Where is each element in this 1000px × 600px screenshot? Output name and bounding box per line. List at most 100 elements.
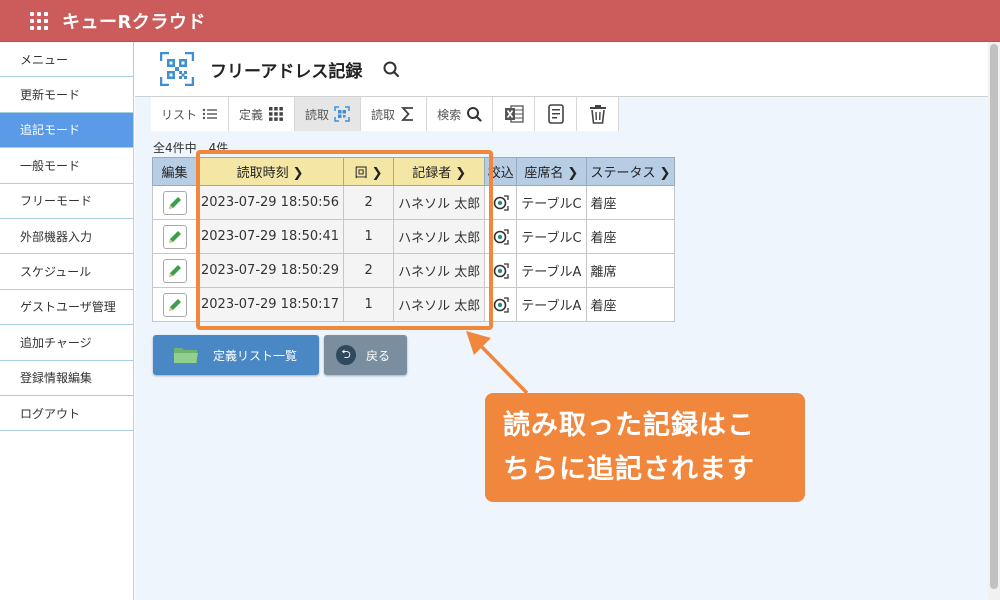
tab-definition-label: 定義 [239, 107, 264, 122]
sidebar-item-additional-charge[interactable]: 追加チャージ [0, 325, 133, 361]
recorder-cell: ハネソル 太郎 [393, 253, 486, 288]
qr-cell [484, 253, 518, 288]
app-grid-icon[interactable] [30, 11, 48, 30]
document-button[interactable] [535, 97, 578, 131]
recorder-cell: ハネソル 太郎 [393, 219, 486, 254]
column-header-count-label: 回 [354, 166, 368, 181]
sidebar-item-schedule[interactable]: スケジュール [0, 254, 133, 290]
folder-icon [174, 348, 198, 363]
tab-read-qr-label: 読取 [305, 107, 330, 122]
edit-cell [152, 253, 197, 288]
app-header: キューRクラウド [0, 0, 1000, 42]
column-header-read-time-label: 読取時刻 [236, 166, 289, 181]
search-icon [467, 107, 482, 122]
qr-scan-icon[interactable] [492, 262, 510, 280]
document-icon [547, 104, 564, 124]
recorder-cell: ハネソル 太郎 [393, 185, 486, 220]
chevron-right-icon: ❯ [455, 166, 467, 181]
pencil-icon [168, 196, 181, 209]
count-cell: 2 [343, 185, 395, 220]
sidebar-item-menu[interactable]: メニュー [0, 42, 133, 78]
edit-cell [152, 219, 197, 254]
page-scrollbar[interactable] [988, 42, 1000, 600]
table-header-row: 編集 読取時刻 ❯ 回 ❯ 記録者 ❯ 校込 座席名 ❯ ステータス ❯ [152, 157, 676, 186]
list-icon [202, 108, 218, 120]
read-time-cell: 2023-07-29 18:50:41 [195, 219, 345, 254]
sidebar-item-append-mode[interactable]: 追記モード [0, 112, 133, 149]
table-row: 2023-07-29 18:50:29 2 ハネソル 太郎 テーブルA 離席 [152, 253, 676, 288]
read-time-cell: 2023-07-29 18:50:29 [195, 253, 345, 288]
status-cell: 離席 [585, 253, 676, 288]
delete-button[interactable] [577, 97, 620, 131]
definition-list-label: 定義リスト一覧 [213, 348, 298, 363]
qr-cell [484, 185, 518, 220]
edit-cell [152, 287, 197, 322]
seat-cell: テーブルA [516, 287, 587, 322]
tab-list[interactable]: リスト [151, 97, 230, 131]
callout-annotation: 読み取った記録はこ ちらに追記されます [485, 393, 805, 502]
grid-dots-icon [269, 107, 283, 121]
sidebar-item-free-mode[interactable]: フリーモード [0, 184, 133, 219]
edit-button[interactable] [162, 258, 187, 283]
qr-cell [484, 287, 518, 322]
sidebar-item-account-edit[interactable]: 登録情報編集 [0, 361, 133, 396]
definition-list-button[interactable]: 定義リスト一覧 [153, 335, 319, 375]
tab-read-sum[interactable]: 読取 [361, 97, 428, 131]
column-header-recorder[interactable]: 記録者 ❯ [393, 157, 486, 186]
qr-cell [484, 219, 518, 254]
qr-scan-icon[interactable] [492, 228, 510, 246]
tab-list-label: リスト [161, 107, 198, 122]
edit-button[interactable] [162, 190, 187, 215]
table-row: 2023-07-29 18:50:17 1 ハネソル 太郎 テーブルA 着座 [152, 287, 676, 322]
count-cell: 1 [343, 219, 395, 254]
table-row: 2023-07-29 18:50:41 1 ハネソル 太郎 テーブルC 着座 [152, 219, 676, 254]
pencil-icon [168, 264, 181, 277]
sigma-icon [401, 107, 414, 121]
excel-export-button[interactable] [493, 97, 536, 131]
sidebar-item-guest-users[interactable]: ゲストユーザ管理 [0, 290, 133, 326]
page-title-bar: フリーアドレス記録 [135, 42, 988, 97]
column-header-status-label: ステータス [590, 166, 656, 181]
tab-read-qr[interactable]: 読取 [295, 97, 362, 131]
column-header-seat[interactable]: 座席名 ❯ [516, 157, 587, 186]
column-header-count[interactable]: 回 ❯ [343, 157, 395, 186]
read-time-cell: 2023-07-29 18:50:56 [195, 185, 345, 220]
sidebar-item-external-input[interactable]: 外部機器入力 [0, 219, 133, 255]
table-row: 2023-07-29 18:50:56 2 ハネソル 太郎 テーブルC 着座 [152, 185, 676, 220]
chevron-right-icon: ❯ [371, 166, 383, 181]
tab-search-label: 検索 [437, 107, 462, 122]
sidebar: メニュー 更新モード 追記モード 一般モード フリーモード 外部機器入力 スケジ… [0, 42, 134, 600]
edit-button[interactable] [162, 292, 187, 317]
seat-cell: テーブルC [516, 219, 587, 254]
recorder-cell: ハネソル 太郎 [393, 287, 486, 322]
column-header-status[interactable]: ステータス ❯ [585, 157, 676, 186]
pencil-icon [168, 230, 181, 243]
status-cell: 着座 [585, 287, 676, 322]
pencil-icon [168, 298, 181, 311]
edit-button[interactable] [162, 224, 187, 249]
chevron-right-icon: ❯ [292, 166, 304, 181]
search-icon[interactable] [382, 60, 400, 78]
qr-scan-icon[interactable] [492, 194, 510, 212]
edit-cell [152, 185, 197, 220]
app-title: キューRクラウド [62, 11, 206, 33]
sidebar-item-general-mode[interactable]: 一般モード [0, 148, 133, 184]
tab-definition[interactable]: 定義 [229, 97, 296, 131]
main-content: フリーアドレス記録 リスト 定義 読取 読取 検索 全4件中 4件 編集 読取時… [135, 42, 988, 600]
count-cell: 1 [343, 287, 395, 322]
sidebar-item-update-mode[interactable]: 更新モード [0, 77, 133, 113]
chevron-right-icon: ❯ [567, 166, 579, 181]
scrollbar-thumb[interactable] [990, 44, 998, 589]
seat-cell: テーブルC [516, 185, 587, 220]
sidebar-item-logout[interactable]: ログアウト [0, 396, 133, 432]
status-cell: 着座 [585, 219, 676, 254]
column-header-recorder-label: 記録者 [412, 166, 452, 181]
excel-icon [504, 105, 524, 123]
page-title: フリーアドレス記録 [210, 61, 363, 82]
tab-search[interactable]: 検索 [427, 97, 494, 131]
column-header-read-time[interactable]: 読取時刻 ❯ [195, 157, 345, 186]
read-time-cell: 2023-07-29 18:50:17 [195, 287, 345, 322]
trash-icon [589, 105, 606, 124]
back-button[interactable]: ⮌ 戻る [324, 335, 407, 375]
qr-scan-icon[interactable] [492, 296, 510, 314]
